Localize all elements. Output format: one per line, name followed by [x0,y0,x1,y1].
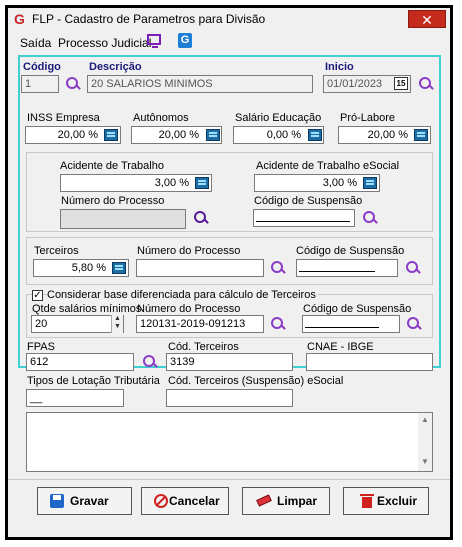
descricao-label: Descrição [89,61,142,73]
acidente-field[interactable]: 3,00 % [60,174,212,192]
acidente-esocial-label: Acidente de Trabalho eSocial [256,160,400,172]
salario-educacao-calculator-icon[interactable] [308,129,322,141]
fpas-label: FPAS [27,341,55,353]
terceiros-calculator-icon[interactable] [112,262,126,274]
descricao-field[interactable]: 20 SALARIOS MINIMOS [87,75,313,93]
g-app-icon[interactable]: G [178,33,192,48]
inss-calculator-icon[interactable] [104,129,118,141]
monitor-icon[interactable] [147,34,161,48]
terceiros-codigo-suspensao-label: Código de Suspensão [296,245,405,257]
terceiros-numero-processo-field[interactable] [136,259,264,277]
floppy-disk-icon [50,494,64,508]
cod-terceiros-label: Cód. Terceiros [168,341,239,353]
fpas-field[interactable]: 612 [26,353,134,371]
footer-separator [8,479,450,480]
eraser-icon [256,494,272,508]
acidente-esocial-field[interactable]: 3,00 % [254,174,380,192]
terceiros-suspensao-underline [299,271,375,272]
limpar-label: Limpar [277,494,318,508]
codigo-field[interactable]: 1 [21,75,59,93]
acidente-codigo-suspensao-label: Código de Suspensão [254,195,363,207]
terceiros-processo-search-icon[interactable] [270,260,286,276]
memo-textarea[interactable] [26,412,433,472]
pro-labore-calculator-icon[interactable] [414,129,428,141]
gravar-button[interactable]: Gravar [37,487,132,515]
cancel-icon [154,494,168,508]
cnae-field[interactable] [306,353,433,371]
trash-icon [360,494,374,508]
autonomos-label: Autônomos [133,112,189,124]
diferenciada-checkbox-label: Considerar base diferenciada para cálcul… [47,289,318,301]
title-bar: G FLP - Cadastro de Parametros para Divi… [8,8,450,31]
diferenciada-numero-processo-field[interactable]: 120131-2019-091213 [136,315,264,333]
tipos-lotacao-field[interactable]: __ [26,389,124,407]
cod-terceiros-suspensao-field[interactable] [166,389,293,407]
excluir-label: Excluir [377,494,418,508]
acidente-numero-processo-field[interactable] [60,209,186,229]
acidente-suspensao-search-icon[interactable] [362,210,378,226]
diferenciada-suspensao-search-icon[interactable] [406,316,422,332]
fpas-search-icon[interactable] [142,354,158,370]
diferenciada-codigo-suspensao-label: Código de Suspensão [303,303,412,315]
acidente-esocial-calculator-icon[interactable] [363,177,377,189]
salario-educacao-label: Salário Educação [235,112,322,124]
close-button[interactable]: ✕ [408,10,446,28]
acidente-codigo-suspensao-field[interactable] [253,209,355,227]
menu-bar: Saída Processo Judicial [8,31,450,53]
cancelar-button[interactable]: Cancelar [141,487,229,515]
excluir-button[interactable]: Excluir [343,487,429,515]
window-title: FLP - Cadastro de Parametros para Divisã… [32,12,266,26]
calendar-icon[interactable]: 15 [394,77,408,90]
acidente-numero-processo-label: Número do Processo [61,195,165,207]
codigo-search-icon[interactable] [65,76,81,92]
terceiros-suspensao-search-icon[interactable] [405,260,421,276]
tipos-lotacao-label: Tipos de Lotação Tributária [27,375,160,387]
memo-scrollbar[interactable]: ▲ ▼ [418,413,432,471]
acidente-suspensao-underline [256,221,350,222]
acidente-processo-search-icon[interactable] [193,210,209,226]
terceiros-numero-processo-label: Número do Processo [137,245,241,257]
diferenciada-codigo-suspensao-field[interactable] [302,315,400,333]
terceiros-codigo-suspensao-field[interactable] [296,259,398,277]
cancelar-label: Cancelar [169,494,220,508]
diferenciada-processo-search-icon[interactable] [270,316,286,332]
diferenciada-numero-processo-label: Número do Processo [137,303,241,315]
codigo-label: Código [23,61,61,73]
acidente-label: Acidente de Trabalho [60,160,164,172]
cod-terceiros-suspensao-label: Cód. Terceiros (Suspensão) eSocial [168,375,344,387]
inicio-label: Inicio [325,61,354,73]
limpar-button[interactable]: Limpar [242,487,330,515]
app-logo-icon: G [14,11,25,27]
gravar-label: Gravar [70,494,109,508]
acidente-calculator-icon[interactable] [195,177,209,189]
qtde-label: Qtde salários mínimos [32,303,142,315]
qtde-spinner[interactable]: ▲ ▼ [111,315,123,333]
menu-saida[interactable]: Saída [20,36,51,50]
cnae-label: CNAE - IBGE [307,341,374,353]
inicio-search-icon[interactable] [418,76,434,92]
autonomos-calculator-icon[interactable] [206,129,220,141]
terceiros-label: Terceiros [34,245,79,257]
menu-processo-judicial[interactable]: Processo Judicial [58,36,151,50]
cod-terceiros-field[interactable]: 3139 [166,353,293,371]
diferenciada-suspensao-underline [305,327,379,328]
diferenciada-checkbox[interactable]: ✓ [32,290,43,301]
inss-label: INSS Empresa [27,112,100,124]
pro-labore-label: Pró-Labore [340,112,396,124]
